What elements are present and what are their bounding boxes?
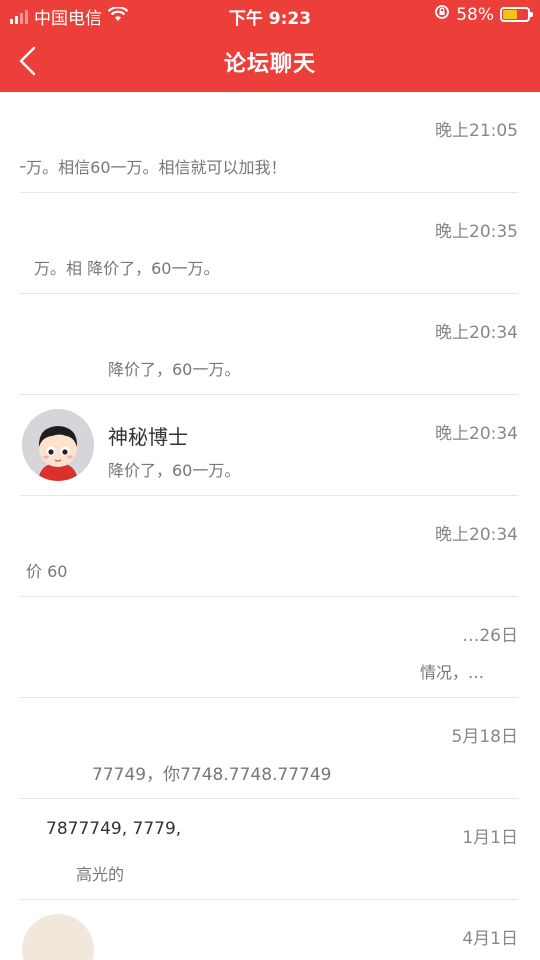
chat-list: 0一万。相信60一万。相信就可以加我！ 晚上21:05 万。相 降价了，60一万… <box>0 92 540 960</box>
chat-message-preview: 降价了，60一万。 <box>108 461 241 480</box>
chat-name: 7877749, 7779, <box>46 819 182 839</box>
chat-message-preview: 万。相 降价了，60一万。 <box>34 259 220 278</box>
chat-row[interactable]: 4月1日 <box>20 900 518 960</box>
chat-message-preview: 价 60 <box>26 562 68 581</box>
battery-percent: 58% <box>456 4 494 25</box>
chat-time: 4月1日 <box>462 929 518 949</box>
status-right: 58% <box>434 4 533 25</box>
status-bar: 中国电信 下午 9:23 58% <box>0 0 540 30</box>
chat-message-preview: 降价了，60一万。 <box>108 360 241 379</box>
chat-message-preview: 高光的 <box>76 865 125 884</box>
chat-row[interactable]: 77749，你7748.7748.77749 5月18日 <box>20 698 518 799</box>
chat-row[interactable]: 降价了，60一万。 晚上20:34 <box>20 294 518 395</box>
chat-row[interactable]: 7877749, 7779, 高光的 1月1日 <box>20 799 518 900</box>
chat-row[interactable]: 情况，… …26日 <box>20 597 518 698</box>
chat-row[interactable]: 0一万。相信60一万。相信就可以加我！ 晚上21:05 <box>20 92 518 193</box>
avatar <box>22 914 94 960</box>
orientation-lock-icon <box>434 4 450 25</box>
chat-time: …26日 <box>462 626 518 646</box>
cartoon-avatar-icon <box>22 409 94 481</box>
chat-time: 晚上20:34 <box>435 424 518 444</box>
nav-bar: 论坛聊天 <box>0 30 540 92</box>
chat-time: 5月18日 <box>451 727 518 747</box>
chat-message-preview: 77749，你7748.7748.77749 <box>92 765 332 785</box>
chat-row[interactable]: 神秘博士 降价了，60一万。 晚上20:34 <box>20 395 518 496</box>
battery-icon <box>500 7 533 22</box>
chat-row[interactable]: 万。相 降价了，60一万。 晚上20:35 <box>20 193 518 294</box>
chat-time: 1月1日 <box>462 828 518 848</box>
chat-time: 晚上21:05 <box>435 121 518 141</box>
chat-message-preview: 情况，… <box>420 663 485 682</box>
chat-time: 晚上20:34 <box>435 525 518 545</box>
avatar <box>22 409 94 481</box>
chat-time: 晚上20:34 <box>435 323 518 343</box>
chat-time: 晚上20:35 <box>435 222 518 242</box>
chat-message-preview: 0一万。相信60一万。相信就可以加我！ <box>20 158 287 177</box>
chat-name: 神秘博士 <box>108 425 188 449</box>
battery-fill <box>503 10 517 19</box>
page-title: 论坛聊天 <box>223 52 316 77</box>
chat-row[interactable]: 价 60 晚上20:34 <box>20 496 518 597</box>
